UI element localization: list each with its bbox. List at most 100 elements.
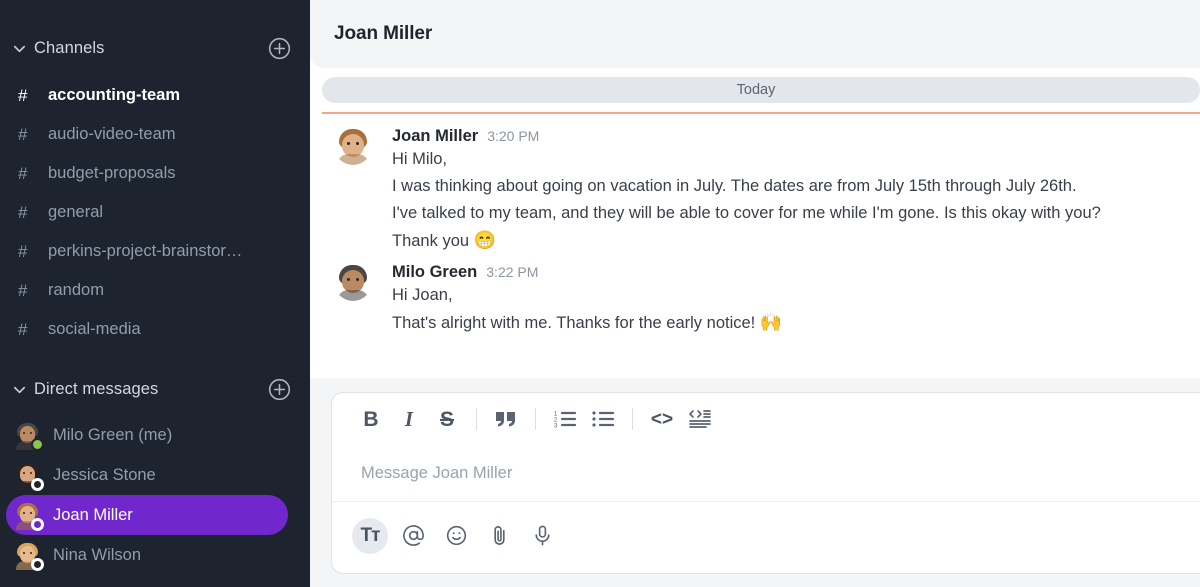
ordered-list-icon[interactable]: 1 2 3 (546, 400, 584, 438)
hash-icon: # (18, 124, 28, 144)
sidebar-item-audio-video-team[interactable]: # audio-video-team (6, 115, 294, 154)
bulleted-list-icon[interactable] (584, 400, 622, 438)
message-composer: B I S 1 2 3 <> Message Joan Miller Tᴛ (331, 392, 1200, 574)
channel-name: accounting-team (48, 86, 181, 104)
message-author: Milo Green (392, 263, 478, 281)
channel-name: budget-proposals (48, 164, 176, 182)
hash-icon: # (18, 85, 28, 105)
chevron-down-icon[interactable] (8, 378, 30, 400)
fmt-label: <> (650, 408, 674, 430)
sidebar-dm-nina-wilson[interactable]: Nina Wilson (6, 535, 288, 575)
code-block-icon[interactable] (681, 400, 719, 438)
channel-name: perkins-project-brainstor… (48, 242, 243, 260)
sidebar-item-random[interactable]: # random (6, 271, 294, 310)
message-body: Joan Miller 3:20 PM Hi Milo, I was thinking… (392, 125, 1101, 255)
sidebar-item-budget-proposals[interactable]: # budget-proposals (6, 154, 294, 193)
message-item: Milo Green 3:22 PM Hi Joan, That's alright … (310, 261, 1200, 337)
message-line: I've talked to my team, and they will be… (392, 200, 1101, 227)
fmt-label: I (404, 406, 414, 431)
presence-indicator-offline (31, 557, 44, 571)
message-input[interactable]: Message Joan Miller (332, 445, 1200, 501)
day-divider-label: Today (322, 77, 1200, 103)
sidebar-item-general[interactable]: # general (6, 193, 294, 232)
bold-icon[interactable]: B (352, 400, 390, 438)
message-text: Hi Milo, (392, 150, 448, 168)
paperclip-icon[interactable] (481, 518, 517, 554)
message-timestamp: 3:22 PM (486, 264, 539, 280)
chat-app: Channels # accounting-team # audio-video-te… (0, 0, 1200, 587)
sidebar-dm-joan-miller[interactable]: Joan Miller (6, 495, 288, 535)
channel-name: social-media (48, 320, 141, 338)
hash-icon: # (18, 280, 28, 300)
avatar (334, 263, 372, 301)
channel-name: audio-video-team (48, 125, 176, 143)
sidebar-item-social-media[interactable]: # social-media (6, 310, 294, 349)
dm-section-header[interactable]: Direct messages (0, 369, 310, 409)
svg-text:3: 3 (554, 423, 558, 429)
presence-indicator-offline (31, 477, 44, 491)
composer-area: B I S 1 2 3 <> Message Joan Miller Tᴛ (310, 378, 1200, 587)
sidebar-dm-jessica-stone[interactable]: Jessica Stone (6, 455, 288, 495)
chevron-down-icon[interactable] (8, 37, 30, 59)
message-author: Joan Miller (392, 127, 479, 145)
emoji-glyph: 🙌 (759, 312, 783, 332)
plus-circle-icon[interactable] (266, 376, 292, 402)
emoji-smiley-icon[interactable] (438, 518, 474, 554)
message-timestamp: 3:20 PM (487, 128, 540, 144)
plus-circle-icon[interactable] (266, 35, 292, 61)
dm-name: Nina Wilson (53, 545, 142, 564)
hash-icon: # (18, 202, 28, 222)
dm-name: Joan Miller (53, 505, 133, 524)
message-text: Hi Joan, (392, 286, 453, 304)
avatar (14, 542, 44, 571)
presence-indicator-online (31, 437, 44, 451)
hash-icon: # (18, 163, 28, 183)
fmt-label: S (439, 407, 454, 431)
conversation-panel: Joan Miller Today Joan Miller 3:20 PM Hi M… (310, 0, 1200, 587)
sidebar-dm-milo-green-me[interactable]: Milo Green (me) (6, 415, 288, 455)
dm-section-title: Direct messages (34, 379, 159, 398)
presence-indicator-offline (31, 517, 44, 531)
blockquote-icon[interactable] (487, 400, 525, 438)
dm-name: Jessica Stone (53, 465, 156, 484)
message-text: I was thinking about going on vacation i… (392, 177, 1077, 195)
day-divider: Today (310, 68, 1200, 114)
toolbar-divider (535, 408, 536, 430)
avatar (14, 462, 44, 491)
text-format-icon[interactable]: Tᴛ (352, 517, 388, 554)
message-line: Thank you 😁 (392, 227, 1101, 255)
code-icon[interactable]: <> (643, 400, 681, 438)
avatar (14, 422, 44, 451)
message-line: That's alright with me. Thanks for the e… (392, 309, 782, 337)
dm-list: Milo Green (me) Jessica Stone Joan Mille… (0, 415, 310, 575)
at-mention-icon[interactable] (395, 518, 431, 554)
hash-icon: # (18, 241, 28, 261)
formatting-toolbar: B I S 1 2 3 <> (332, 393, 1200, 445)
toolbar-divider (476, 408, 477, 430)
message-text: Thank you (392, 232, 474, 250)
message-header: Joan Miller 3:20 PM (392, 127, 1101, 146)
message-text: That's alright with me. Thanks for the e… (392, 314, 760, 332)
sidebar-item-accounting-team[interactable]: # accounting-team (6, 76, 294, 115)
dm-name: Milo Green (me) (53, 425, 173, 444)
microphone-icon[interactable] (524, 518, 560, 554)
fmt-label: B (363, 407, 379, 431)
strikethrough-icon[interactable]: S (428, 400, 466, 438)
sidebar-item-perkins-project-brainstor-[interactable]: # perkins-project-brainstor… (6, 232, 294, 271)
channel-name: random (48, 281, 104, 299)
channel-name: general (48, 203, 104, 221)
action-label: Tᴛ (360, 525, 381, 546)
message-body: Milo Green 3:22 PM Hi Joan, That's alright … (392, 261, 782, 337)
message-header: Milo Green 3:22 PM (392, 263, 782, 282)
channels-section-header[interactable]: Channels (0, 28, 310, 68)
avatar (334, 127, 372, 165)
sidebar: Channels # accounting-team # audio-video-te… (0, 0, 310, 587)
message-line: I was thinking about going on vacation i… (392, 173, 1101, 200)
toolbar-divider (632, 408, 633, 430)
conversation-header: Joan Miller (310, 0, 1200, 68)
message-text: I've talked to my team, and they will be… (392, 204, 1101, 222)
message-line: Hi Milo, (392, 146, 1101, 173)
message-item: Joan Miller 3:20 PM Hi Milo, I was thinking… (310, 125, 1200, 255)
composer-actions-toolbar: Tᴛ (332, 501, 1200, 569)
italic-icon[interactable]: I (390, 400, 428, 438)
